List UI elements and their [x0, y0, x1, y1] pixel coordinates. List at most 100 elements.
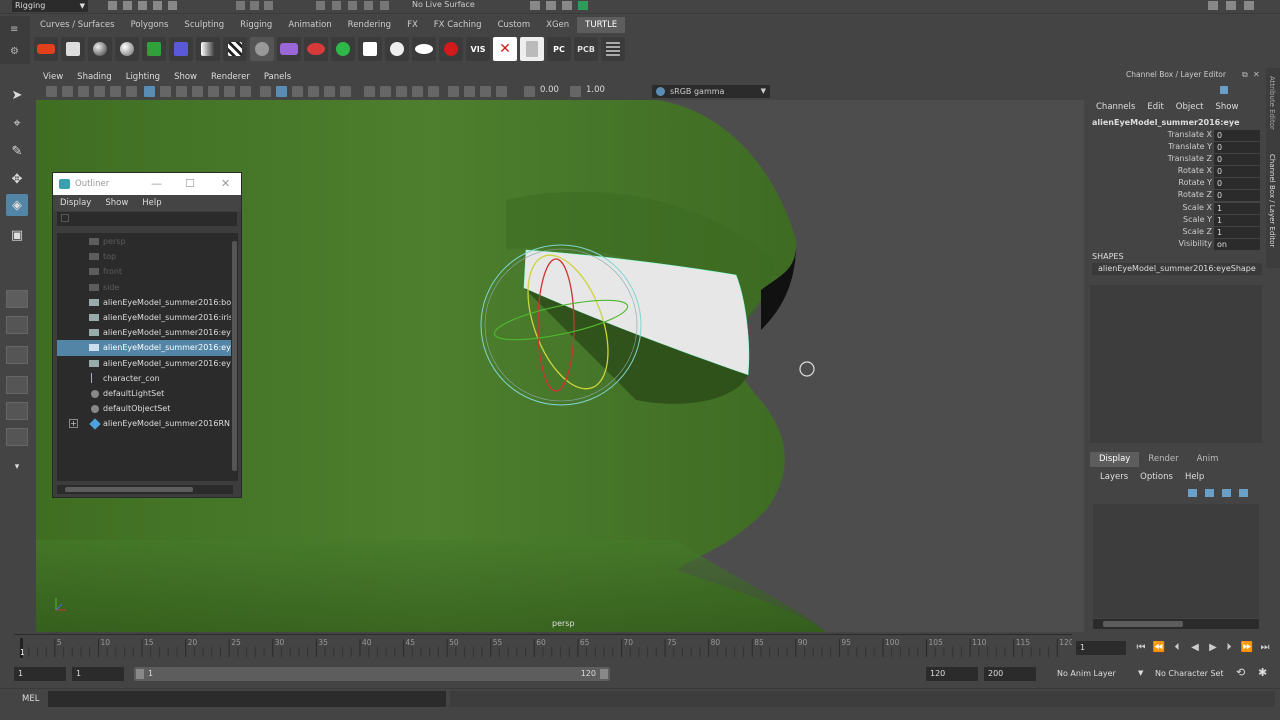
shelf-tab-rendering[interactable]: Rendering — [340, 17, 399, 33]
play-backwards-icon[interactable]: ◀ — [1188, 641, 1202, 655]
shelf-tab-custom[interactable]: Custom — [490, 17, 539, 33]
scrollbar-thumb[interactable] — [232, 241, 237, 471]
attr-translate-x-label[interactable]: Translate X — [1092, 129, 1212, 141]
auto-key-icon[interactable]: ⟲ — [1236, 666, 1245, 679]
outliner-menu-show[interactable]: Show — [98, 195, 135, 211]
render-view-icon[interactable] — [530, 1, 540, 10]
range-slider-right-handle[interactable] — [600, 669, 608, 679]
ipr-render-icon[interactable] — [562, 1, 572, 10]
panel-menu-view[interactable]: View — [36, 70, 70, 84]
white-shape-icon[interactable] — [358, 37, 382, 61]
rotate-tool-icon[interactable]: ◈ — [6, 194, 28, 216]
snap-grid-icon[interactable] — [316, 1, 325, 10]
grid-icon[interactable] — [144, 86, 155, 97]
attr-rotate-z-label[interactable]: Rotate Z — [1092, 189, 1212, 201]
channel-box-menu-show[interactable]: Show — [1209, 100, 1244, 114]
film-gate-icon[interactable] — [160, 86, 171, 97]
panel-layout-icon[interactable] — [1226, 1, 1236, 10]
animation-end-field[interactable]: 200 — [984, 667, 1036, 681]
grey-disc-icon[interactable] — [250, 37, 274, 61]
range-slider-left-handle[interactable] — [136, 669, 144, 679]
outliner-window[interactable]: Outliner — ☐ ✕ Display Show Help persp t… — [52, 172, 242, 498]
shelf-settings-icon[interactable]: ⚙ — [10, 46, 19, 57]
grid-settings-icon[interactable] — [601, 37, 625, 61]
eye-preview-icon[interactable] — [412, 37, 436, 61]
undo-icon[interactable] — [153, 1, 162, 10]
time-slider[interactable]: 5 10 15 20 25 30 35 40 45 50 55 60 65 70 75 80 85 90 95 100… — [14, 634, 1074, 661]
outliner-horizontal-scrollbar[interactable] — [57, 485, 233, 494]
side-tab-channel-box[interactable]: Channel Box / Layer Editor — [1268, 154, 1276, 247]
document-icon[interactable] — [520, 37, 544, 61]
red-render-icon[interactable] — [304, 37, 328, 61]
camera-attributes-icon[interactable] — [62, 86, 73, 97]
panel-menu-lighting[interactable]: Lighting — [119, 70, 167, 84]
attr-scale-z-label[interactable]: Scale Z — [1092, 226, 1212, 238]
green-bake-icon[interactable] — [142, 37, 166, 61]
safe-title-icon[interactable] — [240, 86, 251, 97]
step-back-key-icon[interactable]: ⏪ — [1152, 641, 1166, 655]
attr-translate-y-label[interactable]: Translate Y — [1092, 141, 1212, 153]
outliner-menu-help[interactable]: Help — [135, 195, 168, 211]
save-scene-icon[interactable] — [138, 1, 147, 10]
channel-box-menu-edit[interactable]: Edit — [1141, 100, 1169, 114]
attr-scale-z-value[interactable]: 1 — [1214, 227, 1260, 238]
current-frame-field[interactable]: 1 — [1076, 641, 1126, 655]
exposure-icon[interactable] — [524, 86, 535, 97]
layer-tab-display[interactable]: Display — [1090, 452, 1140, 467]
exposure-value[interactable]: 0.00 — [540, 85, 559, 95]
four-view-layout-icon[interactable] — [6, 316, 28, 334]
screen-space-ao-icon[interactable] — [380, 86, 391, 97]
outliner-layout-icon[interactable] — [6, 402, 28, 420]
isolate-select-icon[interactable] — [448, 86, 459, 97]
outliner-item-side[interactable]: side — [57, 280, 233, 295]
step-forward-key-icon[interactable]: ⏩ — [1240, 641, 1254, 655]
shelf-menu-icon[interactable]: ≡ — [10, 24, 18, 35]
bookmark-icon[interactable] — [78, 86, 89, 97]
xray-icon[interactable] — [464, 86, 475, 97]
attr-scale-x-label[interactable]: Scale X — [1092, 202, 1212, 214]
step-forward-frame-icon[interactable]: ⏵ — [1222, 641, 1236, 655]
new-scene-icon[interactable] — [108, 1, 117, 10]
shelf-tab-animation[interactable]: Animation — [280, 17, 339, 33]
attr-rotate-x-label[interactable]: Rotate X — [1092, 165, 1212, 177]
select-tool-icon[interactable]: ➤ — [6, 84, 28, 106]
shelf-tab-turtle[interactable]: TURTLE — [577, 17, 626, 33]
snap-point-icon[interactable] — [348, 1, 357, 10]
layer-tab-anim[interactable]: Anim — [1188, 452, 1228, 467]
vis-icon[interactable]: VIS — [466, 37, 490, 61]
depth-of-field-icon[interactable] — [428, 86, 439, 97]
move-layer-down-icon[interactable] — [1205, 489, 1214, 497]
snap-curve-icon[interactable] — [332, 1, 341, 10]
attr-scale-y-value[interactable]: 1 — [1214, 215, 1260, 226]
scrollbar-thumb[interactable] — [1103, 621, 1183, 627]
preferences-icon[interactable]: ✱ — [1258, 666, 1267, 679]
select-camera-icon[interactable] — [46, 86, 57, 97]
outliner-item-persp[interactable]: persp — [57, 234, 233, 249]
attr-rotate-x-value[interactable]: 0 — [1214, 166, 1260, 177]
white-sphere-icon[interactable] — [385, 37, 409, 61]
redo-icon[interactable] — [168, 1, 177, 10]
hypershade-icon[interactable] — [578, 1, 588, 10]
new-layer-selected-icon[interactable] — [1239, 489, 1248, 497]
channel-box-object-name[interactable]: alienEyeModel_summer2016:eye — [1092, 118, 1240, 127]
motion-blur-icon[interactable] — [396, 86, 407, 97]
bake-layer-icon[interactable] — [61, 37, 85, 61]
default-material-icon[interactable] — [292, 86, 303, 97]
float-panel-icon[interactable]: ⧉ — [1242, 70, 1248, 80]
outliner-item-top[interactable]: top — [57, 249, 233, 264]
layer-tab-render[interactable]: Render — [1139, 452, 1187, 467]
green-sphere-icon[interactable] — [331, 37, 355, 61]
close-icon[interactable]: ✕ — [221, 173, 230, 195]
outliner-vertical-scrollbar[interactable] — [231, 233, 238, 481]
side-tab-attribute-editor[interactable]: Attribute Editor — [1268, 76, 1276, 130]
remove-icon[interactable]: ✕ — [493, 37, 517, 61]
shadows-icon[interactable] — [364, 86, 375, 97]
panel-menu-shading[interactable]: Shading — [70, 70, 119, 84]
time-slider-ruler[interactable]: 5 10 15 20 25 30 35 40 45 50 55 60 65 70 75 80 85 90 95 100… — [14, 635, 1074, 661]
outliner-titlebar[interactable]: Outliner — ☐ ✕ — [53, 173, 241, 195]
outliner-item-front[interactable]: front — [57, 264, 233, 279]
menu-set-dropdown[interactable]: Rigging ▼ — [12, 0, 88, 12]
sphere-render-icon[interactable] — [88, 37, 112, 61]
scrollbar-thumb[interactable] — [65, 487, 193, 492]
attr-visibility-value[interactable]: on — [1214, 239, 1260, 250]
